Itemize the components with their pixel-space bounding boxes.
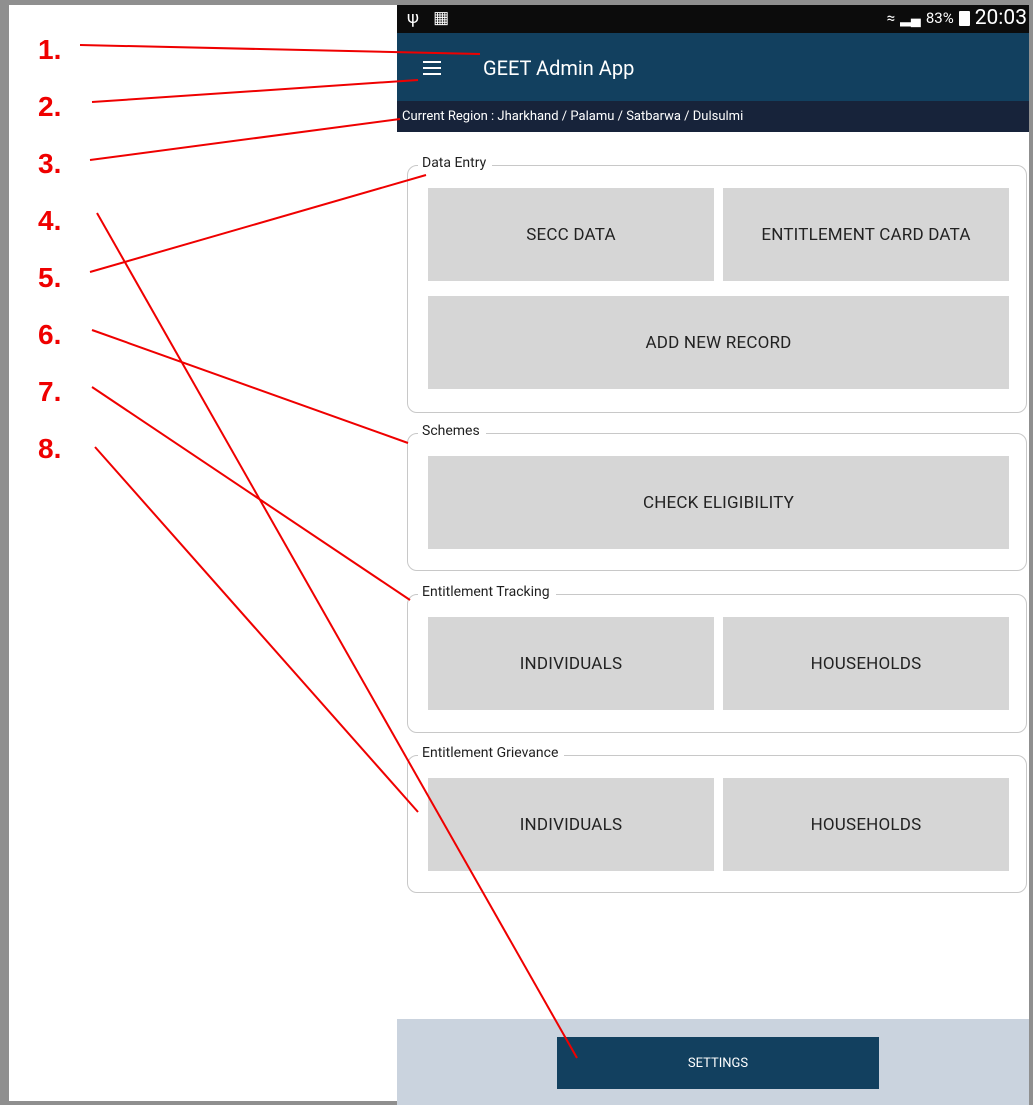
annotation-line-8	[94, 446, 419, 813]
annotation-line-1	[79, 44, 481, 55]
annotation-lines	[79, 44, 578, 1059]
annotation-line-2	[91, 79, 419, 103]
annotation-line-5	[89, 174, 427, 273]
annotation-line-7	[91, 386, 411, 601]
annotation-line-4	[96, 212, 578, 1059]
annotation-line-3	[89, 118, 401, 161]
annotation-line-6	[91, 329, 409, 444]
